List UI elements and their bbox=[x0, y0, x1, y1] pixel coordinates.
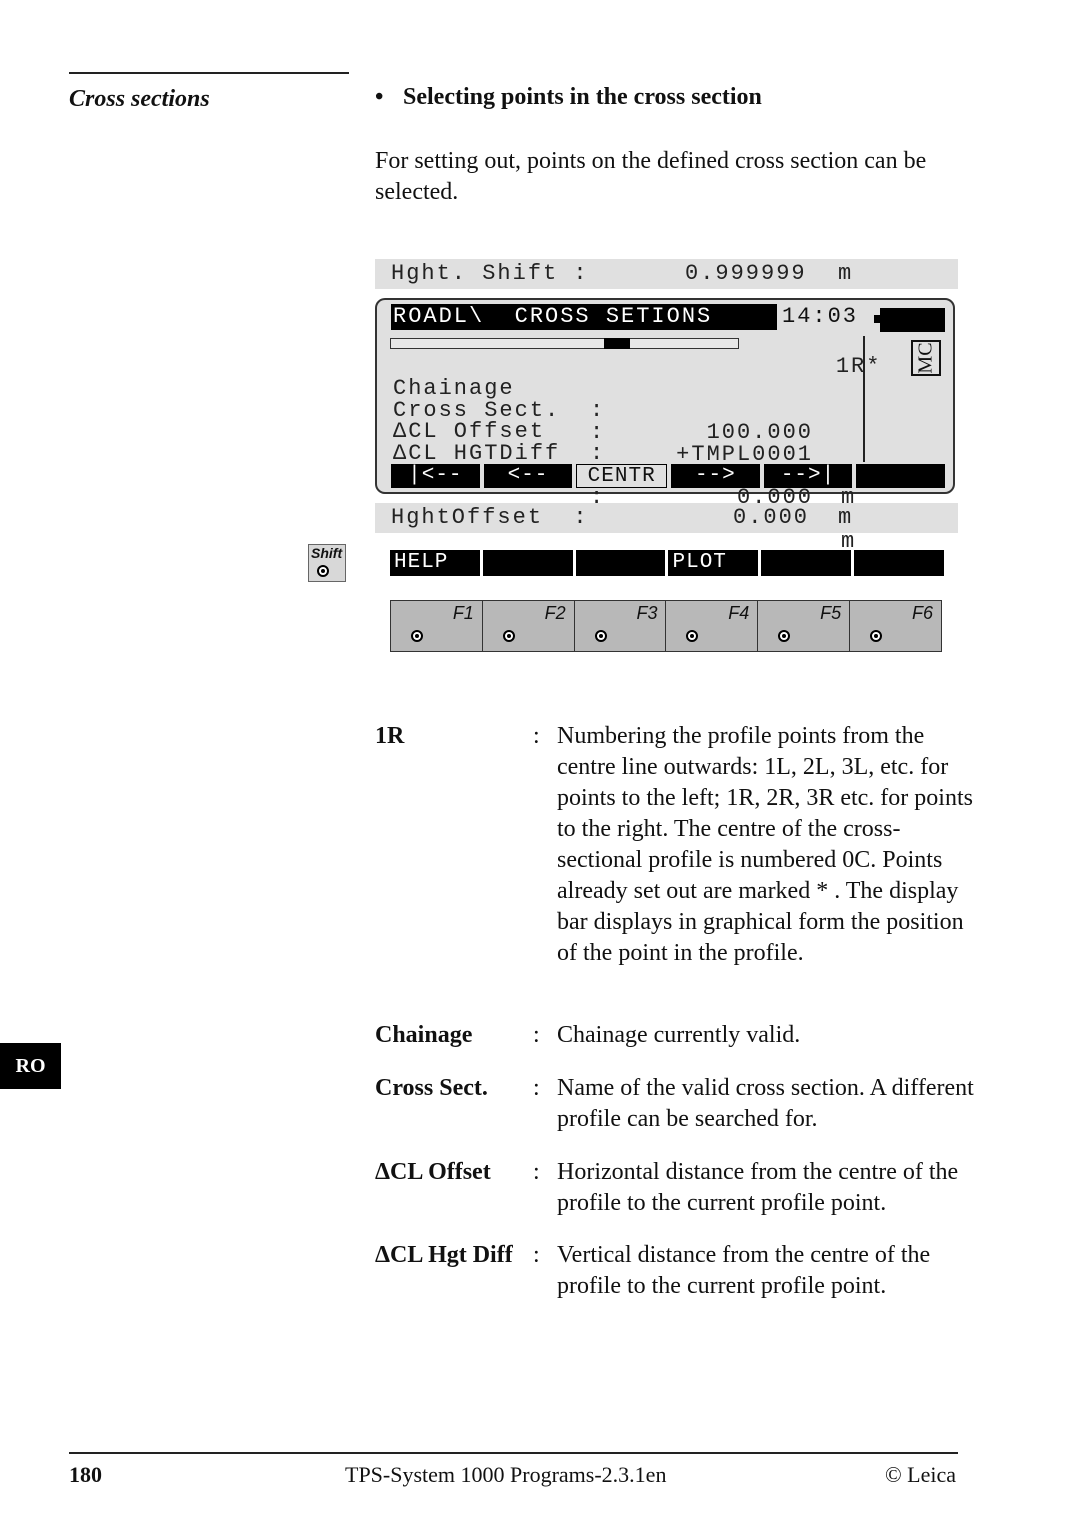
definition-colon: : bbox=[533, 1242, 540, 1268]
softkey-next[interactable]: --> bbox=[671, 464, 760, 488]
definition-description: Horizontal distance from the centre of t… bbox=[557, 1159, 959, 1216]
shift-key-label: Shift bbox=[311, 545, 343, 561]
mc-badge-text: MC bbox=[914, 342, 937, 374]
softkey-blank-2[interactable] bbox=[482, 550, 573, 576]
f-key-label: F1 bbox=[452, 603, 474, 623]
key-led-icon bbox=[778, 630, 791, 642]
softkey-blank-5[interactable] bbox=[761, 550, 852, 576]
screen-title: ROADL\ CROSS SETIONS bbox=[391, 304, 777, 330]
hght-shift-field: Hght. Shift : 0.999999 m bbox=[375, 259, 958, 289]
softkey-blank-3[interactable] bbox=[575, 550, 666, 576]
field-value: 0.000 bbox=[733, 505, 810, 530]
f5-key[interactable]: F5 bbox=[758, 601, 851, 651]
intro-paragraph: For setting out, points on the defined c… bbox=[375, 148, 927, 205]
field-unit: m bbox=[838, 505, 854, 530]
definition-description: Name of the valid cross section. A diffe… bbox=[557, 1075, 974, 1132]
key-led-icon bbox=[411, 630, 423, 642]
definition-colon: : bbox=[533, 1159, 540, 1185]
position-marker bbox=[604, 338, 630, 349]
softkey-empty[interactable] bbox=[856, 464, 946, 488]
softkey-first[interactable]: |<-- bbox=[391, 464, 480, 488]
function-keys: F1 F2 F3 F4 F5 F6 bbox=[390, 600, 942, 652]
shift-softkey-bar: HELP PLOT bbox=[390, 550, 944, 576]
f3-key[interactable]: F3 bbox=[574, 601, 667, 651]
bullet: • bbox=[375, 84, 384, 110]
softkey-last[interactable]: -->| bbox=[763, 464, 853, 488]
definition-term: Cross Sect. bbox=[375, 1075, 488, 1101]
f-key-label: F4 bbox=[728, 603, 750, 623]
softkey-blank-6[interactable] bbox=[854, 550, 944, 576]
chapter-tab: RO bbox=[0, 1043, 61, 1089]
key-led-icon bbox=[686, 630, 699, 642]
definition-colon: : bbox=[533, 1075, 540, 1101]
clock: 14:03 bbox=[782, 304, 859, 329]
definition-term: ΔCL Offset bbox=[375, 1159, 491, 1185]
softkey-help[interactable]: HELP bbox=[390, 550, 480, 576]
heading-text: Selecting points in the cross section bbox=[403, 84, 762, 110]
section-label: Cross sections bbox=[69, 86, 210, 112]
header-rule bbox=[69, 72, 349, 74]
key-led-icon bbox=[594, 630, 607, 642]
softkey-prev[interactable]: <-- bbox=[483, 464, 573, 488]
f-key-label: F2 bbox=[544, 603, 566, 623]
mc-badge: MC bbox=[911, 340, 941, 376]
f-key-label: F5 bbox=[820, 603, 842, 623]
definition-term: ΔCL Hgt Diff bbox=[375, 1242, 513, 1268]
definition-colon: : bbox=[533, 723, 540, 749]
definition-term: 1R bbox=[375, 723, 405, 749]
document-title: TPS-System 1000 Programs-2.3.1en bbox=[345, 1462, 667, 1487]
key-led-icon bbox=[870, 630, 883, 642]
battery-icon bbox=[874, 308, 945, 332]
softkey-bar: |<-- <-- CENTR --> -->| bbox=[391, 464, 946, 488]
f2-key[interactable]: F2 bbox=[482, 601, 575, 651]
definition-description: Vertical distance from the centre of the… bbox=[557, 1242, 931, 1299]
field-unit: m bbox=[838, 261, 854, 286]
shift-key[interactable]: Shift bbox=[308, 544, 346, 582]
copyright: © Leica bbox=[884, 1462, 956, 1487]
hght-offset-field: HghtOffset : 0.000 m bbox=[375, 503, 958, 533]
footer-rule bbox=[69, 1452, 958, 1454]
f1-key[interactable]: F1 bbox=[391, 601, 483, 651]
key-led-icon bbox=[502, 630, 515, 642]
point-id-text: 1R* bbox=[835, 354, 882, 379]
page-number: 180 bbox=[69, 1462, 102, 1487]
position-bar bbox=[390, 338, 739, 349]
f6-key[interactable]: F6 bbox=[850, 601, 941, 651]
key-led-icon bbox=[317, 565, 329, 577]
definition-description: Chainage currently valid. bbox=[557, 1022, 801, 1048]
f-key-label: F6 bbox=[911, 603, 933, 623]
definition-term: Chainage bbox=[375, 1022, 473, 1048]
f4-key[interactable]: F4 bbox=[666, 601, 759, 651]
softkey-plot[interactable]: PLOT bbox=[668, 550, 759, 576]
section-heading: • Selecting points in the cross section bbox=[375, 84, 762, 111]
field-label: HghtOffset : bbox=[391, 505, 589, 530]
field-label: Hght. Shift : bbox=[391, 261, 589, 286]
display-divider bbox=[863, 336, 865, 462]
definition-colon: : bbox=[533, 1022, 540, 1048]
field-value: 0.999999 bbox=[685, 261, 807, 286]
f-key-label: F3 bbox=[636, 603, 658, 623]
softkey-centre[interactable]: CENTR bbox=[576, 464, 668, 488]
definition-description: Numbering the profile points from the ce… bbox=[557, 723, 973, 966]
instrument-display: ROADL\ CROSS SETIONS 14:03 1R* MC Chaina… bbox=[375, 298, 955, 553]
